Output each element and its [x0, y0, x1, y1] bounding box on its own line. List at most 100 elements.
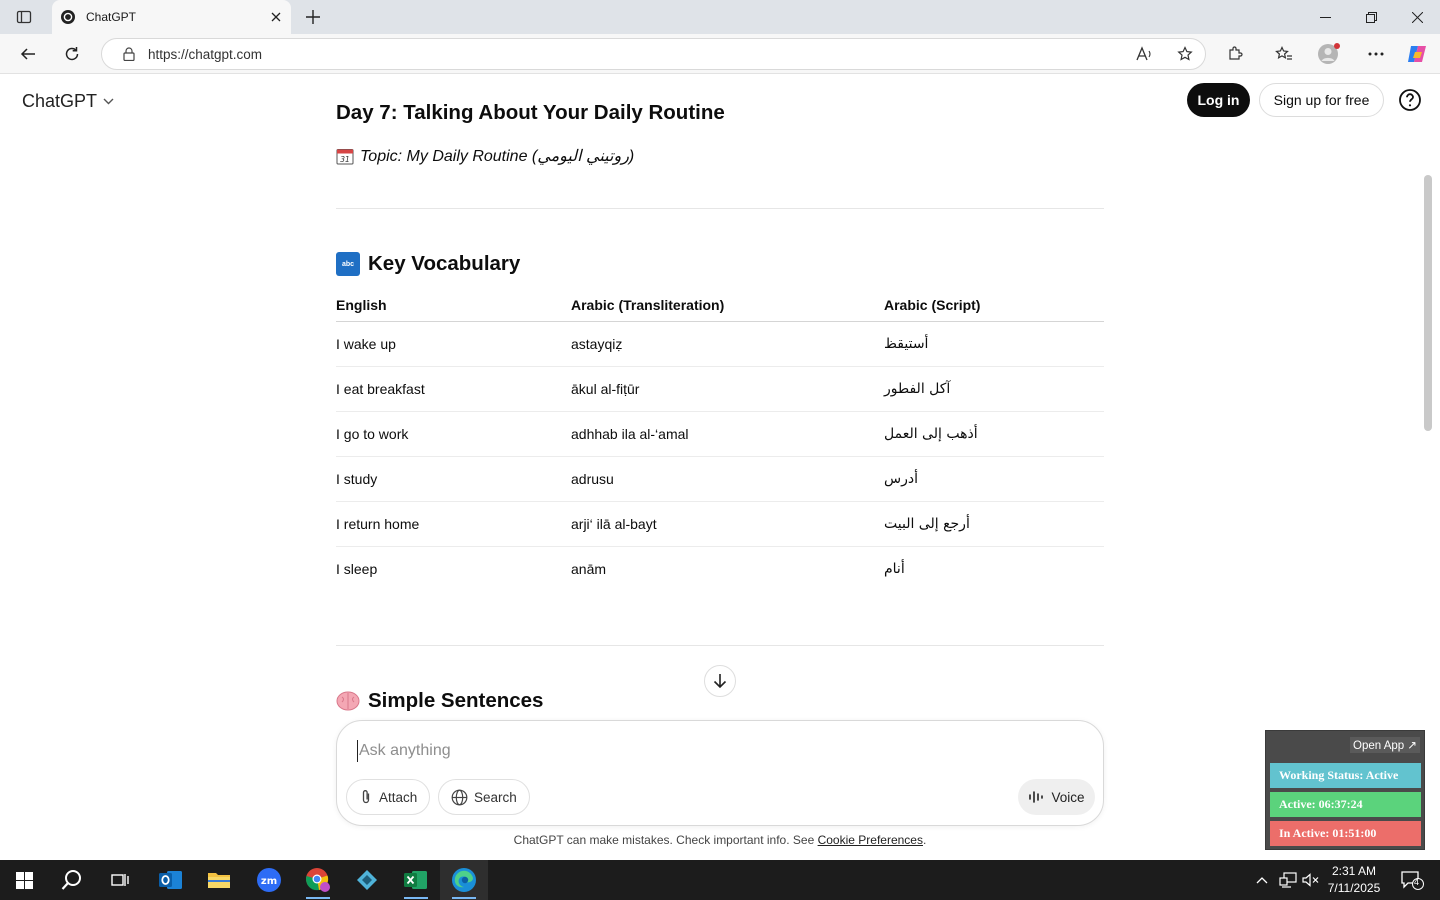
clock-date: 7/11/2025 [1327, 881, 1381, 895]
log-in-button[interactable]: Log in [1187, 83, 1250, 117]
voice-button[interactable]: Voice [1018, 779, 1095, 815]
restore-button[interactable] [1348, 0, 1394, 34]
notification-center-button[interactable]: 4 [1390, 860, 1434, 900]
cell-arabic-script: أستيقظ [884, 321, 1104, 367]
help-button[interactable] [1398, 88, 1422, 112]
brand-name: ChatGPT [22, 91, 98, 111]
table-row: I wake up astayqiẓ أستيقظ [336, 321, 1104, 367]
search-icon [61, 870, 81, 890]
new-tab-button[interactable] [298, 0, 328, 34]
taskbar-file-explorer[interactable] [195, 860, 243, 900]
search-button[interactable]: Search [438, 779, 530, 815]
copilot-icon [1408, 46, 1426, 62]
cell-english: I eat breakfast [336, 366, 571, 412]
table-row: I eat breakfast ākul al-fiṭūr آكل الفطور [336, 366, 1104, 412]
folder-icon [208, 873, 230, 888]
taskbar-chrome[interactable] [294, 860, 342, 900]
restore-icon [1365, 11, 1377, 23]
extensions-button[interactable] [1219, 38, 1251, 70]
disclaimer: ChatGPT can make mistakes. Check importa… [336, 833, 1104, 847]
abc-icon: abc [336, 252, 360, 276]
voice-label: Voice [1051, 789, 1085, 805]
question-mark-icon [1399, 89, 1421, 111]
cell-transliteration: adrusu [571, 456, 884, 502]
tab-close-button[interactable] [261, 2, 291, 32]
taskbar-clock[interactable]: 2:31 AM 7/11/2025 [1322, 863, 1386, 897]
brain-icon [336, 691, 360, 711]
running-indicator [306, 897, 330, 899]
globe-icon [451, 789, 468, 805]
cell-transliteration: ākul al-fiṭūr [571, 366, 884, 412]
cookie-preferences-link[interactable]: Cookie Preferences [818, 833, 923, 847]
active-time-row: Active: 06:37:24 [1270, 792, 1421, 817]
table-header-row: English Arabic (Transliteration) Arabic … [336, 287, 1104, 322]
scrollbar-thumb[interactable] [1424, 175, 1432, 431]
sign-up-button[interactable]: Sign up for free [1259, 83, 1384, 117]
favorites-icon [1275, 46, 1292, 60]
svg-text:zm: zm [261, 876, 277, 887]
lock-icon [123, 47, 135, 61]
taskbar-outlook[interactable] [147, 860, 195, 900]
settings-more-button[interactable] [1360, 38, 1392, 70]
url-text: https://chatgpt.com [148, 46, 263, 62]
chevron-down-icon [103, 98, 114, 105]
taskbar-app-diamond[interactable] [343, 860, 391, 900]
network-icon [1279, 872, 1297, 888]
close-window-button[interactable] [1394, 0, 1440, 34]
show-hidden-icons-button[interactable] [1250, 860, 1274, 900]
task-view-icon [111, 874, 129, 886]
taskbar-search-button[interactable] [48, 860, 96, 900]
tab-actions-icon [16, 10, 32, 24]
start-button[interactable] [0, 860, 48, 900]
volume-button[interactable] [1298, 860, 1322, 900]
profile-button[interactable] [1313, 38, 1345, 70]
column-header-english: English [336, 287, 571, 322]
model-selector[interactable]: ChatGPT [22, 91, 114, 112]
sentences-heading: Simple Sentences [336, 689, 543, 713]
minimize-button[interactable] [1302, 0, 1348, 34]
cell-arabic-script: أذهب إلى العمل [884, 411, 1104, 457]
excel-icon [404, 871, 427, 889]
favorites-button[interactable] [1268, 38, 1300, 70]
open-app-button[interactable]: Open App ↗ [1350, 737, 1420, 753]
cell-arabic-script: أدرس [884, 456, 1104, 502]
windows-icon [15, 871, 33, 889]
copilot-button[interactable] [1402, 38, 1434, 70]
divider [336, 645, 1104, 646]
network-button[interactable] [1276, 860, 1300, 900]
task-view-button[interactable] [96, 860, 144, 900]
refresh-button[interactable] [56, 38, 88, 70]
clock-time: 2:31 AM [1331, 864, 1377, 878]
outlook-icon [159, 871, 182, 889]
scroll-to-bottom-button[interactable] [704, 665, 736, 697]
back-button[interactable] [12, 38, 44, 70]
taskbar-zoom[interactable]: zm [245, 860, 293, 900]
plus-icon [306, 10, 320, 24]
cell-english: I wake up [336, 321, 571, 367]
read-aloud-button[interactable] [1125, 39, 1165, 69]
prompt-input[interactable]: Ask anything [357, 740, 957, 762]
chrome-icon [306, 868, 330, 892]
browser-toolbar: https://chatgpt.com [0, 34, 1440, 74]
tab-actions-button[interactable] [8, 0, 40, 34]
favorite-button[interactable] [1165, 39, 1205, 69]
topic-line: 31 Topic: My Daily Routine (روتيني اليوم… [336, 146, 634, 166]
chevron-up-icon [1256, 877, 1268, 884]
more-horizontal-icon [1368, 52, 1384, 56]
taskbar-excel[interactable] [392, 860, 440, 900]
puzzle-icon [1229, 46, 1243, 60]
refresh-icon [65, 47, 79, 61]
vocabulary-table: English Arabic (Transliteration) Arabic … [336, 287, 1104, 591]
address-bar[interactable]: https://chatgpt.com [101, 38, 1206, 70]
table-row: I study adrusu أدرس [336, 456, 1104, 502]
site-info-button[interactable] [114, 47, 144, 61]
cell-arabic-script: أرجع إلى البيت [884, 501, 1104, 547]
cell-transliteration: arji‘ ilā al-bayt [571, 501, 884, 547]
taskbar-edge[interactable] [440, 860, 488, 900]
browser-tab-chatgpt[interactable]: ChatGPT [52, 0, 291, 34]
working-status-row: Working Status: Active [1270, 763, 1421, 788]
table-row: I sleep anām أنام [336, 546, 1104, 591]
attach-button[interactable]: Attach [346, 779, 431, 815]
cell-transliteration: adhhab ila al-‘amal [571, 411, 884, 457]
voice-waveform-icon [1029, 791, 1044, 803]
